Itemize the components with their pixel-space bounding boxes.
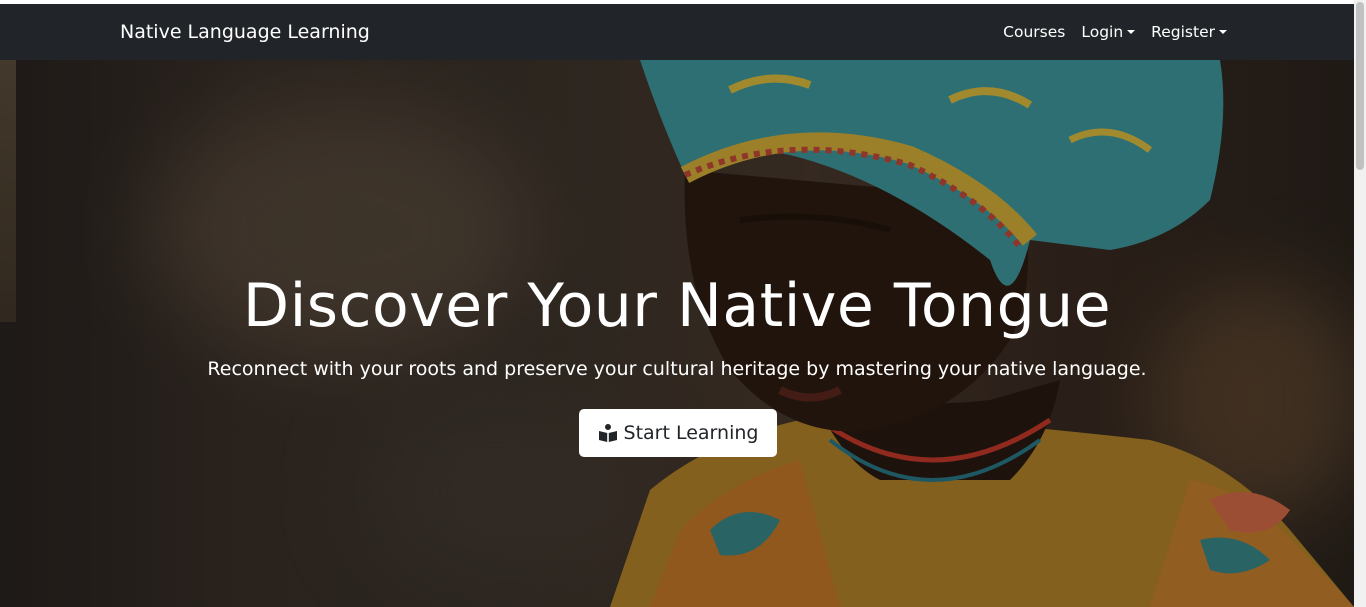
hero-content: Discover Your Native Tongue Reconnect wi… [0,60,1354,607]
navbar: Native Language Learning Courses Login R… [0,4,1354,60]
nav-login-label: Login [1081,23,1124,41]
page: Native Language Learning Courses Login R… [0,0,1366,607]
caret-down-icon [1219,30,1227,34]
hero-subtitle: Reconnect with your roots and preserve y… [207,358,1147,380]
brand-link[interactable]: Native Language Learning [120,19,370,45]
nav-courses-link[interactable]: Courses [1003,21,1065,43]
nav-courses-label: Courses [1003,23,1066,41]
start-learning-label: Start Learning [623,422,759,444]
start-learning-button[interactable]: Start Learning [579,409,777,457]
nav-links: Courses Login Register [1003,21,1227,43]
vertical-scrollbar[interactable] [1354,0,1366,607]
nav-register-label: Register [1151,23,1215,41]
nav-login-dropdown[interactable]: Login [1081,21,1136,43]
hero-title: Discover Your Native Tongue [242,271,1112,341]
caret-down-icon [1127,30,1136,34]
book-reader-icon [598,423,618,443]
nav-register-dropdown[interactable]: Register [1151,21,1227,43]
scrollbar-thumb[interactable] [1356,2,1364,170]
hero-section: Discover Your Native Tongue Reconnect wi… [0,60,1354,607]
